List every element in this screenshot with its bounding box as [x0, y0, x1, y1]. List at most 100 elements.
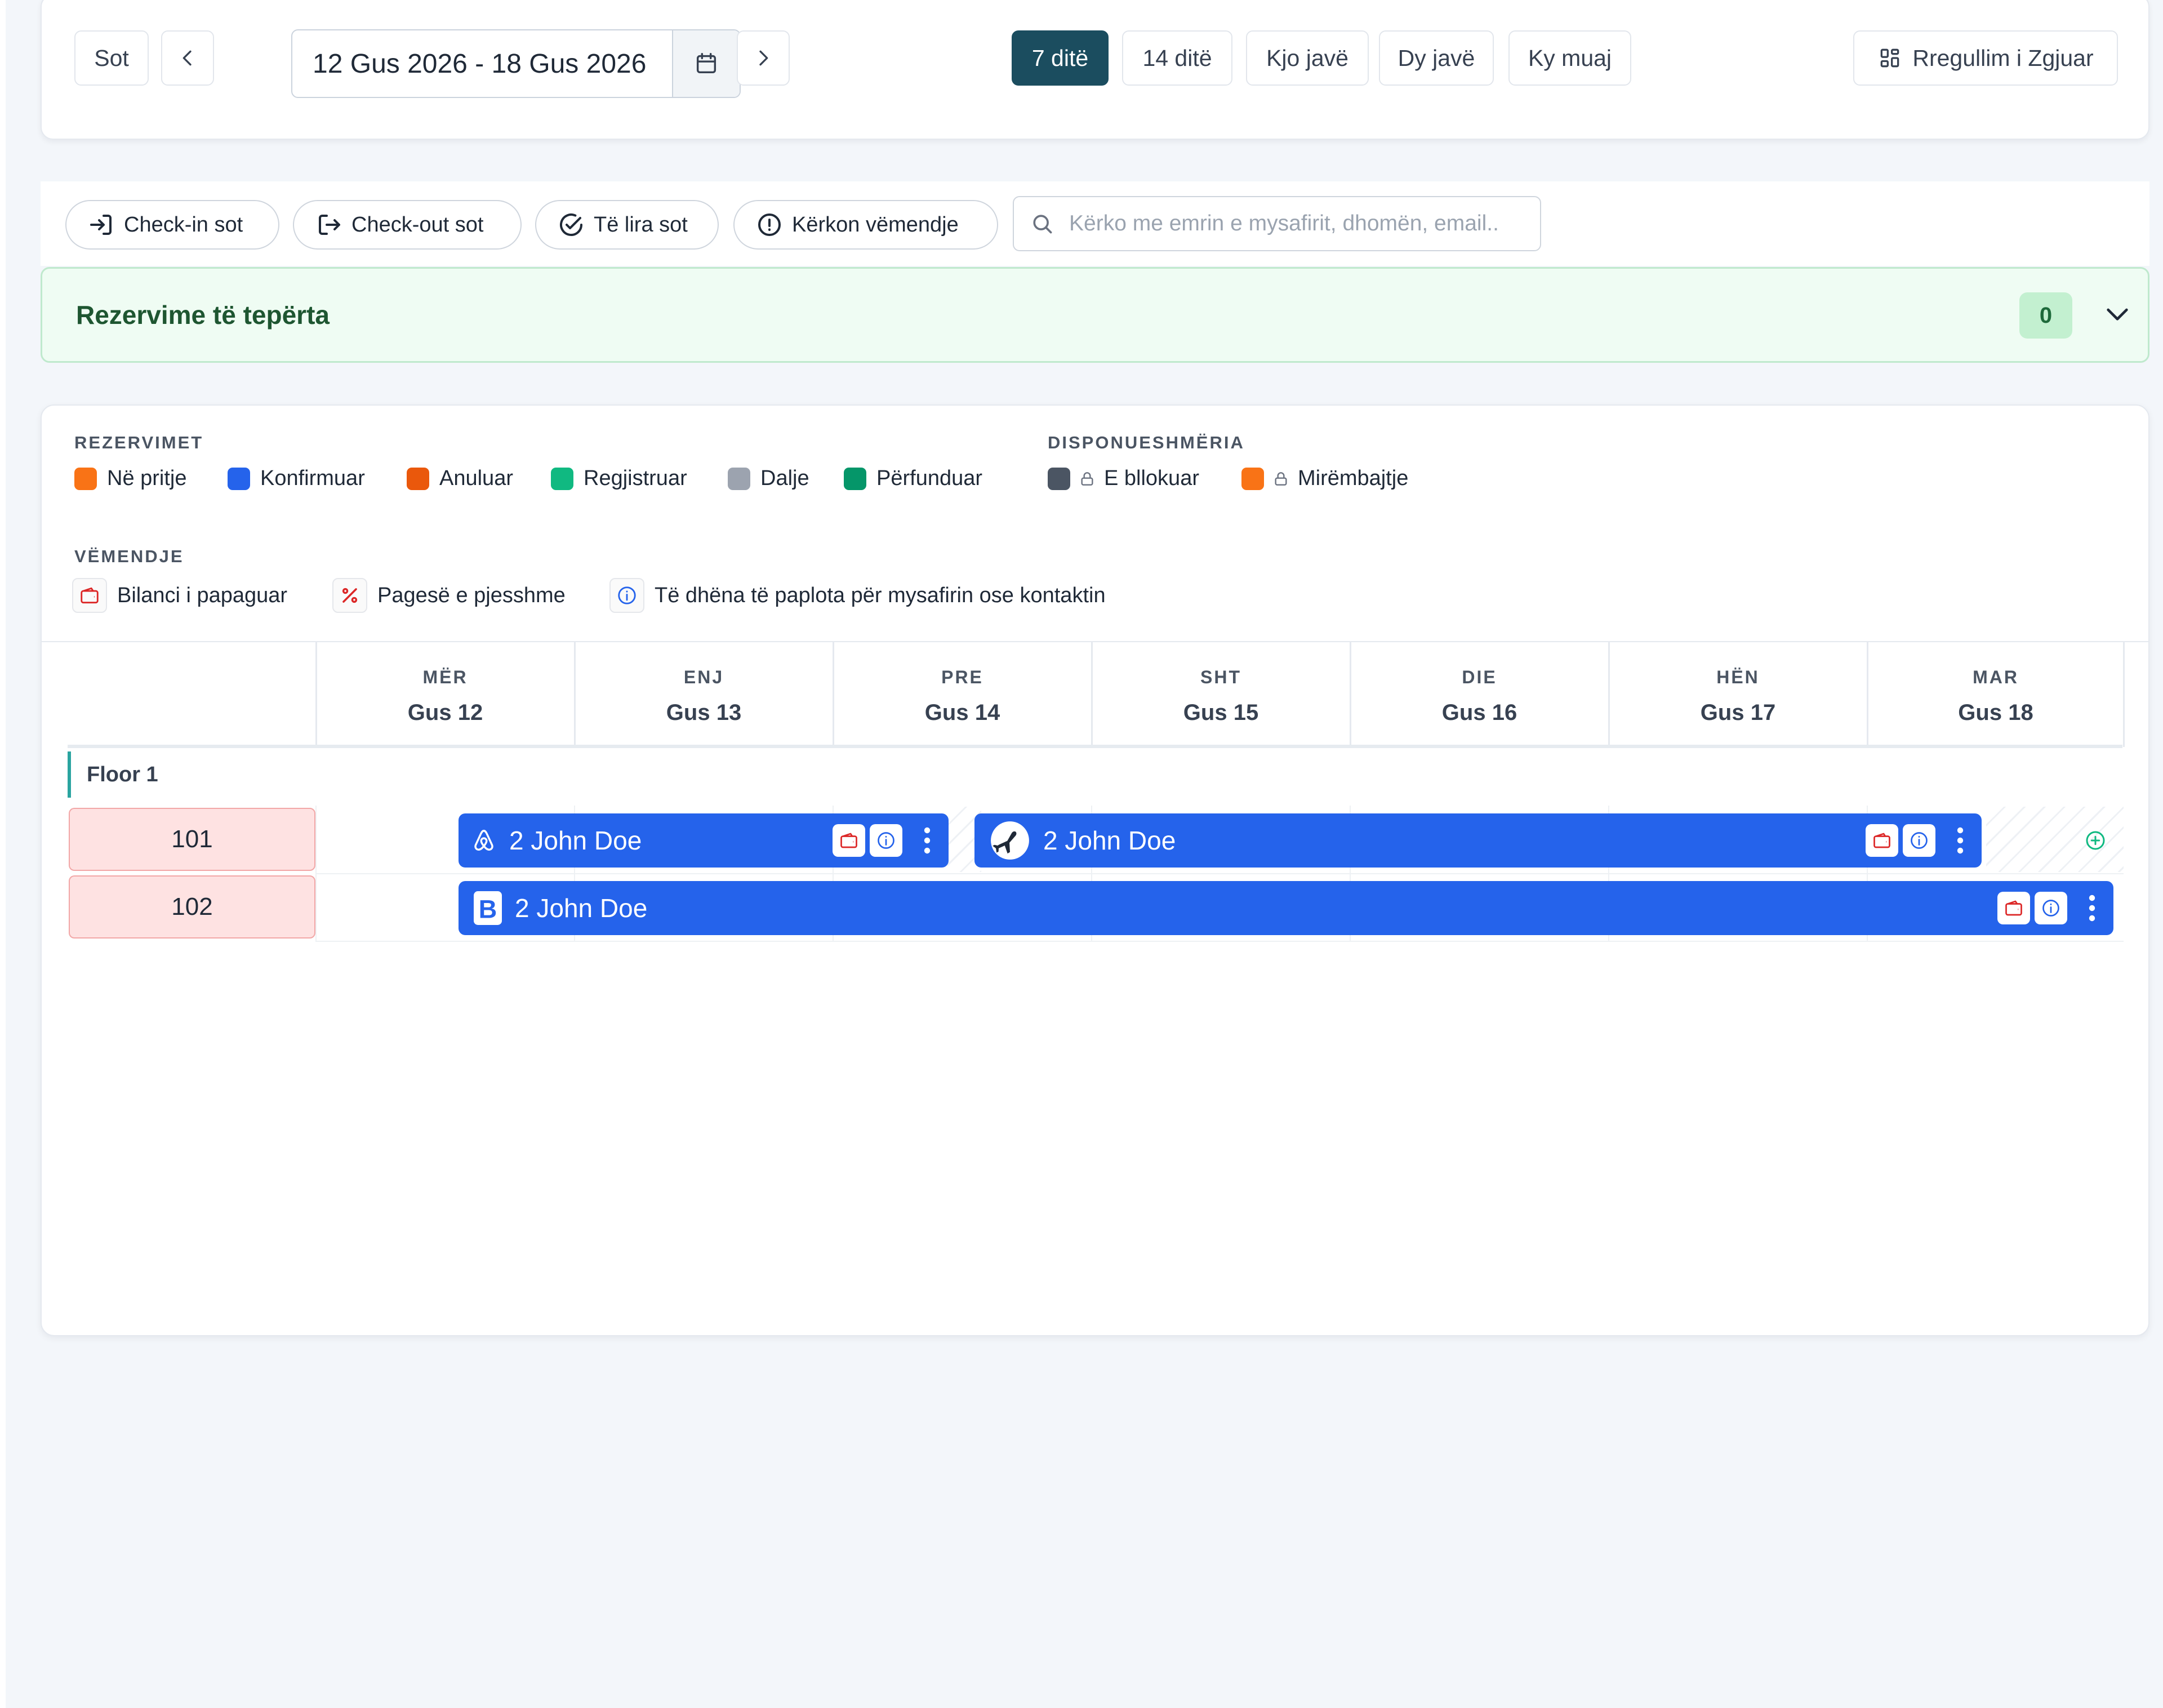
filter-checkin-today[interactable]: Check-in sot	[65, 200, 279, 250]
day-header: HËN Gus 17	[1608, 642, 1866, 747]
legend-checked-in: Regjistruar	[551, 466, 687, 491]
chevron-left-icon	[183, 50, 192, 66]
plus-circle-icon	[2086, 831, 2105, 850]
day-header: DIE Gus 16	[1350, 642, 1608, 747]
overbooking-panel[interactable]: Rezervime të tepërta 0	[41, 267, 2149, 363]
filter-checkout-today[interactable]: Check-out sot	[293, 200, 522, 250]
legend-availability-title: DISPONUESHMËRIA	[1048, 433, 1245, 452]
room-101[interactable]: 101	[69, 808, 315, 871]
status-swatch	[74, 467, 97, 490]
airbnb-icon	[474, 830, 493, 851]
room-102[interactable]: 102	[69, 875, 315, 938]
window-edge	[0, 0, 6, 1708]
chevron-down-icon[interactable]	[2102, 298, 2133, 330]
search-input[interactable]	[1068, 211, 1498, 237]
booking-menu-button[interactable]	[2081, 893, 2103, 923]
booking-menu-button[interactable]	[916, 826, 938, 855]
next-range-button[interactable]	[737, 30, 790, 86]
lock-icon	[1081, 472, 1093, 486]
status-swatch	[1048, 467, 1070, 490]
booking-bar[interactable]: 2 John Doe	[974, 813, 1982, 868]
date-range-picker[interactable]: 12 Gus 2026 - 18 Gus 2026	[291, 29, 741, 98]
chevron-right-icon	[759, 50, 768, 66]
logout-icon	[319, 215, 340, 235]
legend-label: Mirëmbajtje	[1298, 466, 1409, 490]
view-this-month-button[interactable]: Ky muaj	[1508, 30, 1631, 86]
legend-alerts-title: VËMENDJE	[74, 546, 184, 566]
booking-search[interactable]	[1013, 196, 1541, 251]
today-button[interactable]: Sot	[74, 30, 149, 86]
legend-blocked: E bllokuar	[1048, 466, 1199, 491]
day-header: MAR Gus 18	[1867, 642, 2125, 747]
calendar-picker-button[interactable]	[672, 30, 740, 97]
status-swatch	[407, 467, 429, 490]
incomplete-data-badge	[870, 824, 902, 857]
legend-label: Dalje	[760, 466, 809, 490]
legend-completed: Përfunduar	[844, 466, 982, 491]
unpaid-balance-badge	[833, 824, 865, 857]
day-weekday: SHT	[1200, 667, 1241, 687]
day-weekday: HËN	[1716, 667, 1760, 687]
legend-incomplete-data: Të dhëna të paplota për mysafirin ose ko…	[609, 578, 1106, 613]
wallet-icon	[81, 587, 99, 604]
info-icon	[2042, 900, 2059, 917]
legend-label: Regjistruar	[584, 466, 687, 490]
incomplete-data-badge	[2035, 892, 2067, 924]
incomplete-data-badge	[1903, 824, 1935, 857]
day-weekday: DIE	[1462, 667, 1497, 687]
filter-attention-label: Kërkon vëmendje	[792, 212, 959, 237]
booking-guest-label: 2 John Doe	[1043, 826, 1176, 855]
view-14-days-button[interactable]: 14 ditë	[1122, 30, 1232, 86]
view-two-weeks-button[interactable]: Dy javë	[1379, 30, 1494, 86]
view-this-week-button[interactable]: Kjo javë	[1246, 30, 1369, 86]
alert-badge	[332, 578, 367, 613]
room-calendar: REZERVIMET Në pritje Konfirmuar Anuluar …	[41, 404, 2149, 1336]
legend-cancelled: Anuluar	[407, 466, 513, 491]
view-7-days-button[interactable]: 7 ditë	[1012, 30, 1109, 86]
status-swatch	[228, 467, 250, 490]
day-date: Gus 17	[1700, 700, 1776, 725]
floor-label: Floor 1	[68, 751, 158, 798]
lock-icon	[1275, 472, 1287, 486]
search-icon	[1033, 215, 1052, 234]
date-range-text[interactable]: 12 Gus 2026 - 18 Gus 2026	[292, 30, 672, 97]
legend-label: Pagesë e pjesshme	[377, 583, 566, 607]
legend-confirmed: Konfirmuar	[228, 466, 365, 491]
legend-reservations-title: REZERVIMET	[74, 433, 204, 452]
day-date: Gus 16	[1441, 700, 1517, 725]
more-vertical-icon	[924, 827, 931, 854]
legend-label: Të dhëna të paplota për mysafirin ose ko…	[655, 583, 1106, 607]
unpaid-balance-badge	[1866, 824, 1898, 857]
booking-guest-label: 2 John Doe	[509, 826, 642, 855]
more-vertical-icon	[1957, 827, 1964, 854]
legend-label: E bllokuar	[1104, 466, 1199, 490]
add-booking-button[interactable]	[2084, 829, 2107, 855]
svg-text:B: B	[479, 895, 497, 924]
legend-unpaid-balance: Bilanci i papaguar	[72, 578, 287, 613]
previous-range-button[interactable]	[161, 30, 214, 86]
booking-bar[interactable]: B 2 John Doe	[459, 881, 2113, 935]
legend-label: Anuluar	[439, 466, 513, 490]
booking-menu-button[interactable]	[1949, 826, 1971, 855]
calendar-icon	[696, 53, 716, 74]
grid-line	[315, 873, 2124, 874]
day-date: Gus 18	[1958, 700, 2033, 725]
filter-free-today[interactable]: Të lira sot	[535, 200, 719, 250]
booking-source	[471, 828, 497, 853]
legend-label: Konfirmuar	[260, 466, 365, 490]
calendar-toolbar: Sot 12 Gus 2026 - 18 Gus 2026 7 ditë 14 …	[41, 0, 2149, 140]
filter-needs-attention[interactable]: Kërkon vëmendje	[733, 200, 998, 250]
wallet-icon	[840, 833, 857, 848]
check-circle-icon	[560, 214, 582, 236]
legend-label: Në pritje	[107, 466, 187, 490]
plane-icon	[991, 821, 1029, 860]
booking-guest-label: 2 John Doe	[515, 893, 648, 923]
percent-icon	[342, 588, 358, 603]
legend-maintenance: Mirëmbajtje	[1241, 466, 1408, 491]
status-swatch	[728, 467, 750, 490]
more-vertical-icon	[2089, 895, 2095, 922]
advanced-settings-button[interactable]: Rregullim i Zgjuar	[1853, 30, 2118, 86]
info-icon	[878, 832, 894, 849]
day-date: Gus 15	[1183, 700, 1259, 725]
booking-bar[interactable]: 2 John Doe	[459, 813, 949, 868]
